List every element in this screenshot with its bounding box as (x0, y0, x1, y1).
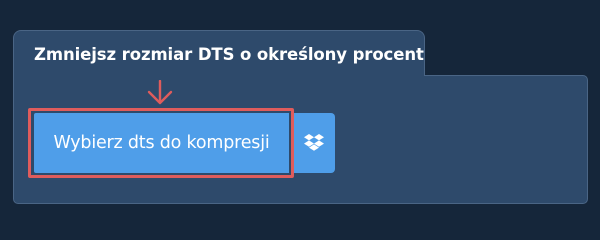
choose-file-button[interactable]: Wybierz dts do kompresji (34, 113, 289, 173)
arrow-down-icon (145, 80, 175, 106)
dropbox-button[interactable] (294, 113, 335, 173)
panel-title: Zmniejsz rozmiar DTS o określony procent (34, 45, 424, 64)
dropbox-icon (303, 133, 325, 153)
panel-tab-join (14, 74, 424, 78)
